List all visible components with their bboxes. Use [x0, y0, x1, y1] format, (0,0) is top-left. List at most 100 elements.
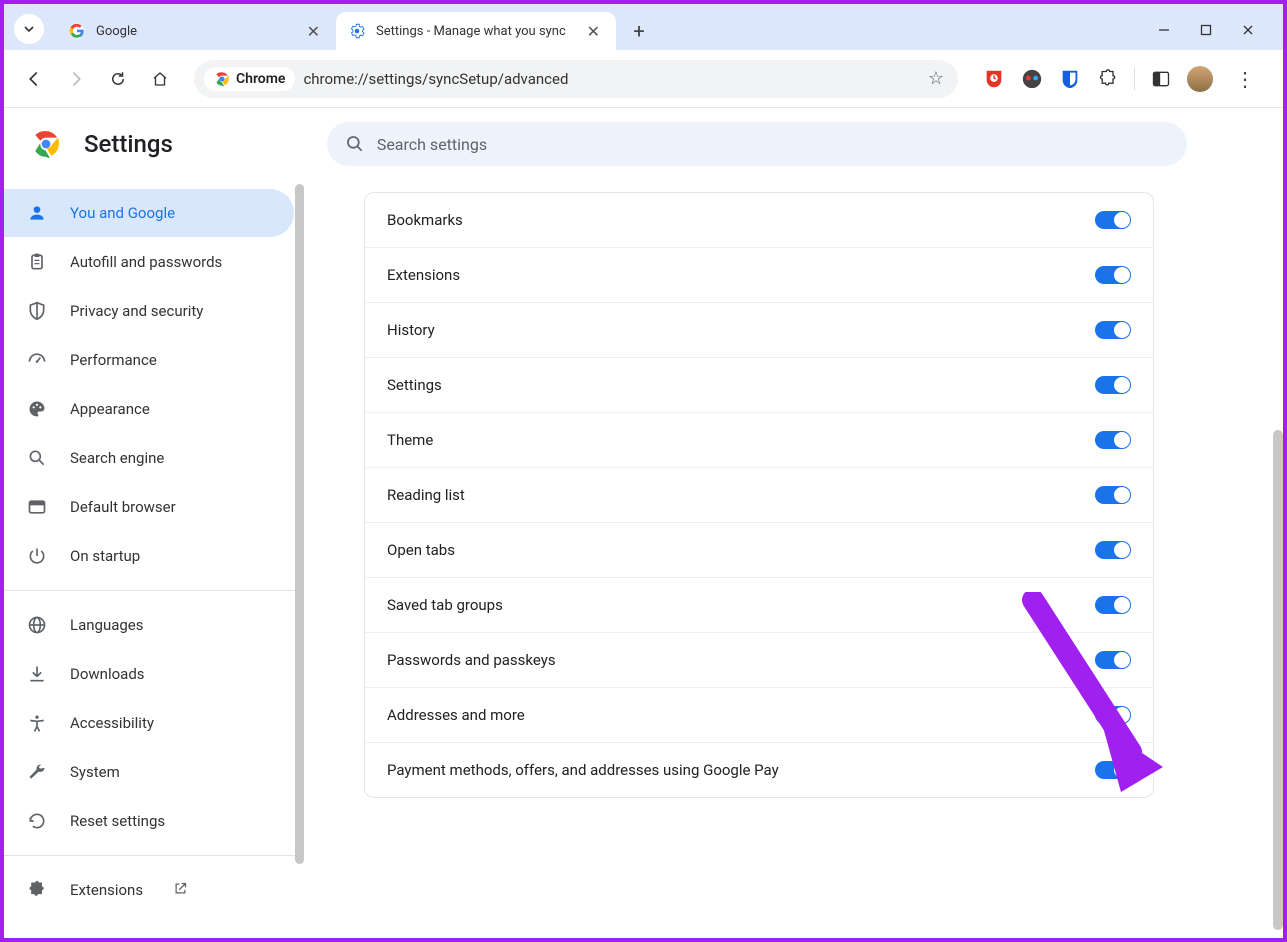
- sidebar-item-label: System: [70, 763, 120, 781]
- close-window-button[interactable]: [1241, 24, 1255, 40]
- back-button[interactable]: [18, 63, 50, 95]
- tab-google[interactable]: Google ✕: [56, 12, 336, 50]
- profile-avatar[interactable]: [1187, 66, 1213, 92]
- settings-sidebar: You and GoogleAutofill and passwords Priv…: [4, 180, 304, 938]
- maximize-button[interactable]: [1199, 24, 1213, 40]
- sync-toggle[interactable]: [1095, 376, 1131, 394]
- sync-toggle[interactable]: [1095, 761, 1131, 779]
- sync-row-label: Payment methods, offers, and addresses u…: [387, 761, 779, 779]
- site-chip[interactable]: Chrome: [204, 67, 295, 91]
- content-scrollbar[interactable]: [1273, 430, 1283, 930]
- sidebar-item-label: Reset settings: [70, 812, 165, 830]
- sidebar-item-label: On startup: [70, 547, 140, 565]
- sidebar-item-performance[interactable]: Performance: [4, 336, 294, 384]
- sidebar-item-downloads[interactable]: Downloads: [4, 650, 294, 698]
- sidebar-item-appearance[interactable]: Appearance: [4, 385, 294, 433]
- ublock-icon[interactable]: [982, 67, 1006, 91]
- sync-toggle[interactable]: [1095, 431, 1131, 449]
- sync-toggle[interactable]: [1095, 651, 1131, 669]
- sidebar-item-accessibility[interactable]: Accessibility: [4, 699, 294, 747]
- sync-toggle[interactable]: [1095, 321, 1131, 339]
- sidebar-item-reset-settings[interactable]: Reset settings: [4, 797, 294, 845]
- bookmark-star-icon[interactable]: ☆: [924, 64, 948, 93]
- extensions-puzzle-icon[interactable]: [1096, 67, 1120, 91]
- reload-button[interactable]: [102, 63, 134, 95]
- sidebar-scrollbar[interactable]: [295, 184, 304, 864]
- sidebar-item-extensions[interactable]: Extensions: [4, 866, 294, 914]
- sidebar-item-default-browser[interactable]: Default browser: [4, 483, 294, 531]
- sidebar-item-label: Default browser: [70, 498, 176, 516]
- sidebar-item-search-engine[interactable]: Search engine: [4, 434, 294, 482]
- tab-close-button[interactable]: ✕: [583, 20, 604, 43]
- sidebar-item-label: Performance: [70, 351, 157, 369]
- settings-content: Bookmarks Extensions History Settings Theme R…: [304, 180, 1283, 938]
- search-icon: [26, 448, 48, 468]
- forward-button[interactable]: [60, 63, 92, 95]
- sidebar-item-label: Extensions: [70, 881, 143, 899]
- search-settings-input[interactable]: Search settings: [327, 122, 1187, 166]
- sync-row-label: Open tabs: [387, 541, 455, 559]
- sidebar-item-system[interactable]: System: [4, 748, 294, 796]
- sync-row-label: Theme: [387, 431, 433, 449]
- sidebar-item-autofill-passwords[interactable]: Autofill and passwords: [4, 238, 294, 286]
- minimize-button[interactable]: [1157, 24, 1171, 40]
- sidebar-item-label: Search engine: [70, 449, 164, 467]
- clipboard-icon: [26, 252, 48, 272]
- sync-toggle[interactable]: [1095, 596, 1131, 614]
- sync-row-label: History: [387, 321, 435, 339]
- sync-toggle[interactable]: [1095, 541, 1131, 559]
- tab-title: Settings - Manage what you sync: [376, 24, 573, 39]
- external-link-icon: [173, 881, 188, 900]
- home-button[interactable]: [144, 63, 176, 95]
- chrome-icon: [214, 71, 230, 87]
- tab-settings[interactable]: Settings - Manage what you sync ✕: [336, 12, 616, 50]
- chrome-chip-label: Chrome: [236, 71, 285, 87]
- sync-row-label: Reading list: [387, 486, 465, 504]
- sidebar-item-languages[interactable]: Languages: [4, 601, 294, 649]
- sync-toggle[interactable]: [1095, 486, 1131, 504]
- accessibility-icon: [26, 713, 48, 733]
- power-icon: [26, 546, 48, 566]
- sync-row-label: Bookmarks: [387, 211, 463, 229]
- chrome-menu-button[interactable]: ⋮: [1227, 63, 1263, 95]
- extension-icons: ⋮: [976, 63, 1269, 95]
- sync-card: Bookmarks Extensions History Settings Theme R…: [364, 192, 1154, 798]
- sync-toggle[interactable]: [1095, 266, 1131, 284]
- person-icon: [26, 203, 48, 223]
- sync-row-label: Addresses and more: [387, 706, 525, 724]
- sync-row-extensions: Extensions: [365, 248, 1153, 303]
- tabs-dropdown-button[interactable]: [14, 14, 44, 44]
- restore-icon: [26, 811, 48, 831]
- bitwarden-icon[interactable]: [1058, 67, 1082, 91]
- palette-icon: [26, 399, 48, 419]
- sidebar-item-on-startup[interactable]: On startup: [4, 532, 294, 580]
- settings-body: You and GoogleAutofill and passwords Priv…: [4, 180, 1283, 938]
- side-panel-icon[interactable]: [1149, 67, 1173, 91]
- extension-icon-2[interactable]: [1020, 67, 1044, 91]
- settings-favicon: [348, 22, 366, 40]
- wrench-icon: [26, 762, 48, 782]
- sidebar-item-label: Languages: [70, 616, 144, 634]
- sync-row-saved-tab-groups: Saved tab groups: [365, 578, 1153, 633]
- sync-row-label: Extensions: [387, 266, 460, 284]
- browser-icon: [26, 497, 48, 517]
- chrome-logo-icon: [32, 130, 60, 158]
- search-placeholder: Search settings: [377, 135, 487, 154]
- sync-toggle[interactable]: [1095, 706, 1131, 724]
- divider: [4, 855, 304, 856]
- sidebar-item-label: Privacy and security: [70, 302, 203, 320]
- sync-row-addresses-and-more: Addresses and more: [365, 688, 1153, 743]
- google-favicon: [68, 22, 86, 40]
- settings-header: Settings Search settings: [4, 108, 1283, 180]
- sidebar-item-you-and-google[interactable]: You and Google: [4, 189, 294, 237]
- tab-close-button[interactable]: ✕: [303, 20, 324, 43]
- sync-row-open-tabs: Open tabs: [365, 523, 1153, 578]
- sidebar-item-privacy-security[interactable]: Privacy and security: [4, 287, 294, 335]
- sync-row-payment-methods-offers-and-addresses-using-google-pay: Payment methods, offers, and addresses u…: [365, 743, 1153, 797]
- new-tab-button[interactable]: +: [622, 14, 656, 48]
- sync-toggle[interactable]: [1095, 211, 1131, 229]
- sidebar-item-label: Downloads: [70, 665, 145, 683]
- address-bar[interactable]: Chrome chrome://settings/syncSetup/advan…: [194, 60, 958, 98]
- sync-row-label: Settings: [387, 376, 442, 394]
- speed-icon: [26, 350, 48, 370]
